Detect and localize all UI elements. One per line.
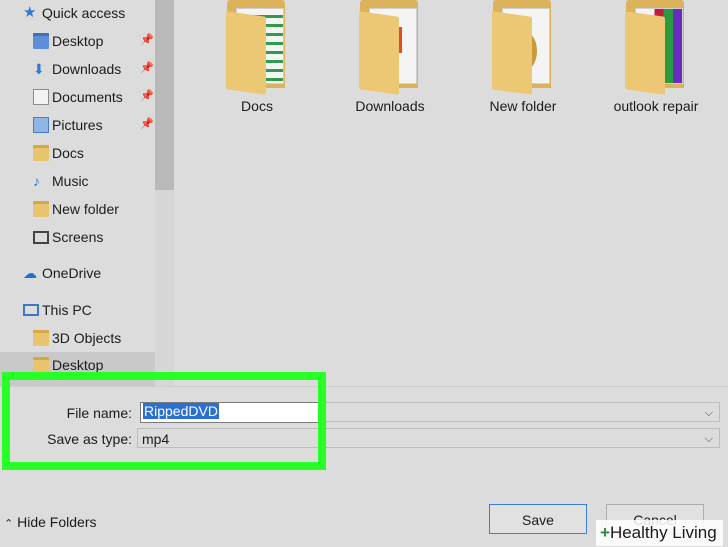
nav-desktop-pc[interactable]: Desktop: [0, 352, 155, 386]
nav-label: OneDrive: [42, 265, 102, 281]
nav-label: Pictures: [52, 117, 103, 133]
nav-music[interactable]: ♪ Music: [0, 168, 155, 194]
hide-folders-toggle[interactable]: ⌃ Hide Folders: [4, 514, 96, 530]
folder-icon: [488, 0, 558, 95]
folder-icon: [33, 145, 49, 161]
folder-tile-docs[interactable]: Docs: [192, 0, 322, 114]
folder-label: New folder: [489, 98, 557, 114]
chevron-down-icon[interactable]: ⌵: [705, 403, 713, 423]
nav-quick-access[interactable]: ★ Quick access: [0, 0, 155, 26]
chevron-up-icon: ⌃: [4, 518, 14, 530]
pin-icon[interactable]: 📌: [140, 33, 154, 46]
folder-label: outlook repair: [613, 98, 699, 114]
file-name-input[interactable]: RippedDVD: [140, 402, 320, 423]
nav-onedrive[interactable]: ☁ OneDrive: [0, 260, 155, 286]
nav-desktop[interactable]: Desktop 📌: [0, 28, 155, 54]
nav-label: Quick access: [42, 5, 126, 21]
nav-documents[interactable]: Documents 📌: [0, 84, 155, 110]
save-as-type-value: mp4: [142, 431, 170, 447]
scrollbar-thumb[interactable]: [155, 0, 174, 190]
pin-icon[interactable]: 📌: [140, 61, 154, 74]
nav-label: Downloads: [52, 61, 122, 77]
folder-icon: [621, 0, 691, 95]
music-icon: ♪: [33, 173, 40, 189]
star-icon: ★: [23, 4, 37, 21]
nav-3d-objects[interactable]: 3D Objects: [0, 325, 155, 351]
nav-label: 3D Objects: [52, 330, 122, 346]
nav-this-pc[interactable]: This PC: [0, 297, 155, 323]
chevron-down-icon[interactable]: ⌵: [705, 429, 713, 449]
cloud-icon: ☁: [23, 265, 37, 281]
folder-blue-icon: [33, 357, 49, 373]
folder-label: Docs: [241, 98, 273, 114]
folder-icon: [355, 0, 425, 95]
cube-icon: [33, 330, 49, 346]
nav-pictures[interactable]: Pictures 📌: [0, 112, 155, 138]
folder-tile-new-folder[interactable]: New folder: [458, 0, 588, 114]
nav-label: New folder: [52, 201, 119, 217]
pin-icon[interactable]: 📌: [140, 89, 154, 102]
nav-label: Documents: [52, 89, 123, 105]
folder-icon: [33, 201, 49, 217]
nav-label: Desktop: [52, 357, 104, 373]
folder-tile-downloads[interactable]: Downloads: [325, 0, 455, 114]
file-list: Docs Downloads New folder outlook repair: [174, 0, 728, 386]
save-button[interactable]: Save: [489, 504, 587, 534]
plus-icon: +: [600, 523, 610, 542]
nav-label: This PC: [42, 302, 92, 318]
folder-icon: [222, 0, 292, 95]
folder-blue-icon: [33, 33, 49, 49]
save-as-type-select[interactable]: mp4 ⌵: [137, 428, 720, 448]
nav-label: Docs: [52, 145, 84, 161]
file-name-label: File name:: [66, 405, 132, 421]
download-icon: ⬇: [33, 61, 45, 77]
watermark-text: Healthy Living: [609, 523, 717, 542]
nav-label: Music: [52, 173, 89, 189]
hide-folders-label: Hide Folders: [17, 514, 97, 530]
nav-screens[interactable]: Screens: [0, 224, 155, 250]
navigation-pane: ★ Quick access Desktop 📌 ⬇ Downloads 📌 D…: [0, 0, 155, 386]
watermark: +Healthy Living: [596, 520, 723, 546]
file-name-dropdown[interactable]: ⌵: [320, 402, 720, 422]
nav-label: Desktop: [52, 33, 104, 49]
documents-icon: [33, 89, 49, 105]
nav-docs[interactable]: Docs: [0, 140, 155, 166]
save-as-type-label: Save as type:: [47, 431, 132, 447]
computer-icon: [23, 304, 39, 316]
folder-tile-outlook-repair[interactable]: outlook repair: [591, 0, 721, 114]
pictures-icon: [33, 117, 49, 133]
nav-label: Screens: [52, 229, 104, 245]
pin-icon[interactable]: 📌: [140, 117, 154, 130]
folder-label: Downloads: [355, 98, 425, 114]
sidebar-scrollbar[interactable]: [155, 0, 174, 386]
file-name-text: RippedDVD: [143, 403, 219, 419]
monitor-icon: [33, 230, 49, 244]
nav-downloads[interactable]: ⬇ Downloads 📌: [0, 56, 155, 82]
nav-new-folder[interactable]: New folder: [0, 196, 155, 222]
